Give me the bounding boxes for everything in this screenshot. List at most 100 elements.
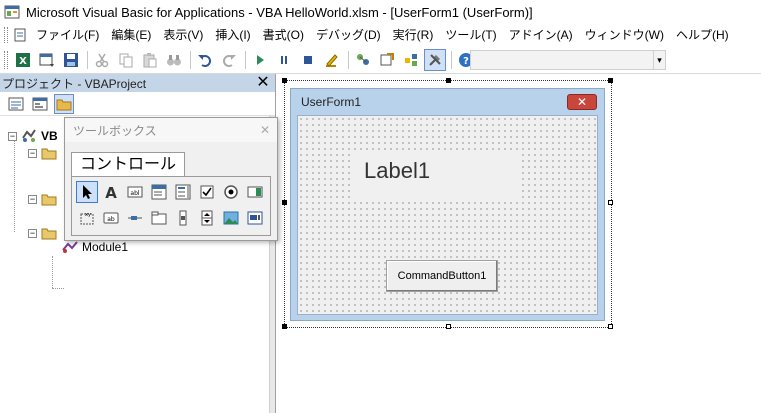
save-button[interactable] (60, 49, 82, 71)
toolbar-grip[interactable] (4, 50, 8, 69)
tree-folder[interactable]: − (28, 226, 57, 240)
resize-handle-e[interactable] (608, 200, 613, 205)
menu-run[interactable]: 実行(R) (387, 24, 440, 46)
image-tool[interactable] (220, 207, 242, 229)
play-icon (257, 54, 264, 65)
menu-edit[interactable]: 編集(E) (105, 24, 157, 46)
undo-button[interactable] (194, 49, 216, 71)
textbox-tool[interactable]: abl (124, 181, 146, 203)
menu-debug[interactable]: デバッグ(D) (310, 24, 387, 46)
tree-folder[interactable]: − (28, 146, 57, 160)
collapse-icon[interactable]: − (28, 194, 37, 204)
listbox-tool[interactable] (172, 181, 194, 203)
menu-grip[interactable] (4, 27, 8, 43)
label1-control[interactable]: Label1 (354, 152, 520, 198)
properties-window-button[interactable] (376, 49, 398, 71)
userform-client-area[interactable]: Label1 CommandButton1 (297, 115, 598, 315)
scrollbar-tool[interactable] (172, 207, 194, 229)
optionbutton-tool[interactable] (220, 181, 242, 203)
menu-format[interactable]: 書式(O) (257, 24, 310, 46)
view-code-button[interactable] (6, 94, 26, 114)
commandbutton-tool[interactable]: ab (100, 207, 122, 229)
toolbar-separator (348, 50, 349, 69)
undo-icon (198, 54, 211, 67)
paste-button[interactable] (139, 49, 161, 71)
vbaproject-icon (22, 129, 36, 142)
multipage-tool[interactable] (148, 207, 170, 229)
tab-controls[interactable]: コントロール (71, 152, 186, 176)
image-icon (223, 211, 239, 225)
insert-userform-button[interactable] (36, 49, 58, 71)
binoculars-icon (167, 54, 181, 65)
spinbutton-tool[interactable] (196, 207, 218, 229)
resize-handle-sw (282, 324, 287, 329)
combobox-tool[interactable] (148, 181, 170, 203)
copy-button[interactable] (115, 49, 137, 71)
menu-addins[interactable]: アドイン(A) (503, 24, 579, 46)
project-explorer-header: プロジェクト - VBAProject ✕ (0, 74, 275, 92)
toolbox-titlebar[interactable]: ツールボックス ✕ (65, 118, 277, 142)
menu-window[interactable]: ウィンドウ(W) (579, 24, 670, 46)
checkbox-tool[interactable] (196, 181, 218, 203)
find-button[interactable] (163, 49, 185, 71)
combobox-icon (151, 184, 167, 200)
toggle-icon (247, 186, 263, 198)
folder-icon (41, 148, 57, 160)
collapse-icon[interactable]: − (28, 148, 37, 158)
label-tool[interactable]: A (100, 181, 122, 203)
chevron-down-icon[interactable]: ▾ (653, 51, 665, 69)
userform-titlebar[interactable]: UserForm1 ✕ (291, 89, 604, 115)
redo-button[interactable] (218, 49, 240, 71)
menu-view[interactable]: 表示(V) (157, 24, 209, 46)
tree-item-vbaproject[interactable]: − VB (8, 128, 58, 144)
excel-icon: X (16, 52, 30, 67)
insert-form-icon (39, 53, 54, 67)
folder-icon (56, 99, 72, 110)
run-button[interactable] (249, 49, 271, 71)
userform-window[interactable]: UserForm1 ✕ Label1 CommandButton1 (290, 88, 605, 321)
design-mode-button[interactable] (321, 49, 343, 71)
save-icon (64, 52, 78, 67)
toolbox-icon (429, 53, 441, 66)
refedit-tool[interactable] (244, 207, 266, 229)
svg-text:ab: ab (107, 216, 115, 223)
select-objects-tool[interactable] (76, 181, 98, 203)
toolbox-button[interactable] (424, 48, 446, 71)
resize-handle-se[interactable] (608, 324, 613, 329)
location-combo[interactable]: ▾ (470, 50, 666, 70)
svg-text:?: ? (463, 56, 469, 67)
collapse-icon[interactable]: − (8, 131, 17, 141)
tree-item-module1[interactable]: Module1 (62, 240, 128, 254)
userform-close-icon[interactable]: ✕ (567, 94, 597, 110)
reset-button[interactable] (297, 49, 319, 71)
togglebutton-tool[interactable] (244, 181, 266, 203)
toggle-folders-button[interactable] (54, 93, 74, 114)
refedit-icon (247, 211, 263, 225)
properties-icon (380, 52, 394, 65)
toolbar-separator (190, 50, 191, 69)
project-close-icon[interactable]: ✕ (255, 75, 271, 91)
break-button[interactable] (273, 49, 295, 71)
copy-icon (119, 53, 133, 67)
document-icon[interactable] (12, 27, 28, 43)
resize-handle-s[interactable] (446, 324, 451, 329)
frame-tool[interactable]: xy (76, 207, 98, 229)
commandbutton1-control[interactable]: CommandButton1 (386, 260, 498, 292)
object-browser-button[interactable] (400, 49, 422, 71)
cut-button[interactable] (91, 49, 113, 71)
toolbar-separator (245, 50, 246, 69)
collapse-icon[interactable]: − (28, 228, 37, 238)
pointer-icon (83, 185, 92, 199)
tree-folder[interactable]: − (28, 192, 57, 206)
folder-icon (41, 228, 57, 240)
tree-item-label: Module1 (82, 240, 129, 254)
view-object-button[interactable] (30, 94, 50, 114)
project-explorer-button[interactable] (352, 49, 374, 71)
toolbox-close-icon[interactable]: ✕ (257, 122, 273, 138)
menu-help[interactable]: ヘルプ(H) (670, 24, 735, 46)
menu-tools[interactable]: ツール(T) (439, 24, 502, 46)
menu-file[interactable]: ファイル(F) (30, 24, 105, 46)
view-excel-button[interactable]: X (12, 49, 34, 71)
tabstrip-tool[interactable] (124, 207, 146, 229)
menu-insert[interactable]: 挿入(I) (209, 24, 256, 46)
